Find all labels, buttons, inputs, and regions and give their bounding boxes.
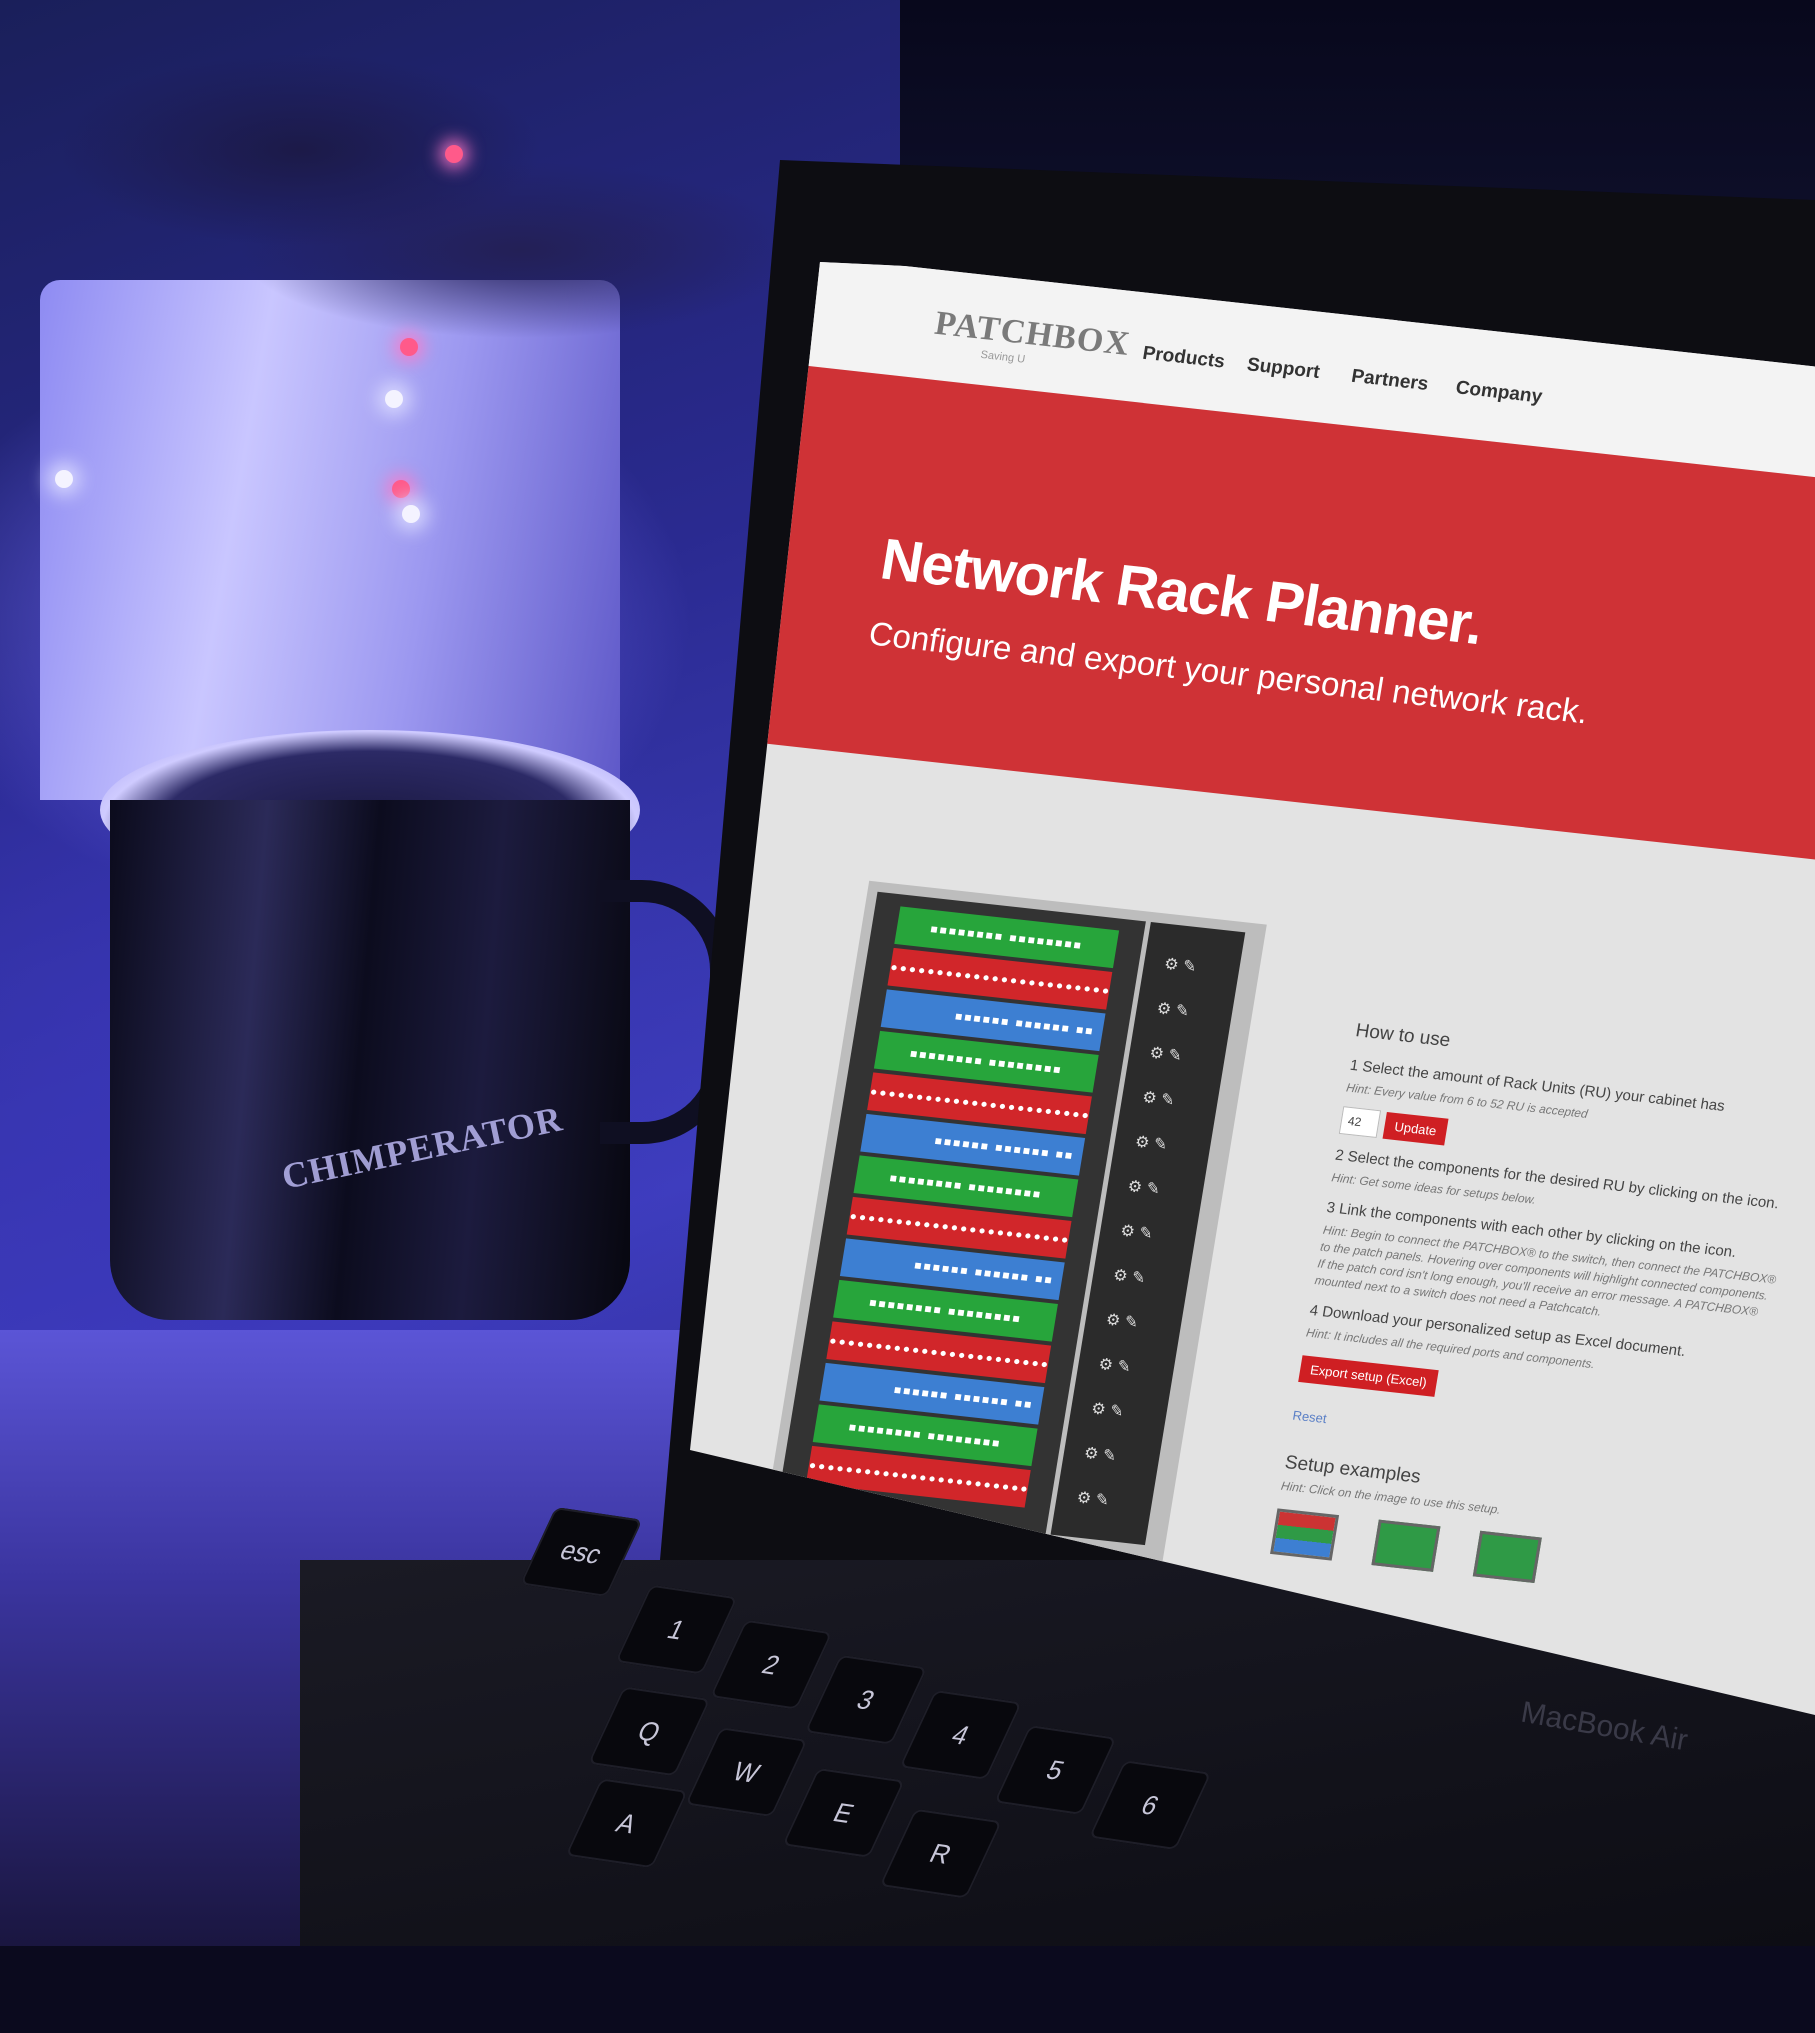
setup-example-thumbnail[interactable]	[1371, 1519, 1441, 1572]
rack-ctrl-icons[interactable]: ⚙ ✎	[1134, 1132, 1169, 1155]
setup-example-thumbnail[interactable]	[1472, 1530, 1542, 1584]
page-subtitle: Configure and export your personal netwo…	[866, 614, 1591, 731]
rack-ctrl-icons[interactable]: ⚙ ✎	[1112, 1265, 1147, 1288]
key: Q	[587, 1686, 711, 1777]
ru-input[interactable]: 42	[1338, 1106, 1382, 1139]
plant-leaves	[0, 0, 820, 340]
rack-diagram[interactable]: ■■■■■■■■ ■■■■■■■■ ■■■■■■■■ ●●●●●●●●●●●●●…	[762, 880, 1267, 1577]
led-light	[55, 470, 73, 488]
nav-support[interactable]: Support	[1245, 354, 1321, 384]
key: 4	[899, 1689, 1023, 1780]
key: 2	[709, 1619, 833, 1710]
led-light	[385, 390, 403, 408]
plant-pot	[40, 280, 620, 800]
rack-ctrl-icons[interactable]: ⚙ ✎	[1126, 1176, 1161, 1199]
rack-ctrl-icons[interactable]: ⚙ ✎	[1075, 1487, 1110, 1510]
nav-company[interactable]: Company	[1454, 377, 1543, 408]
rack-ctrl-icons[interactable]: ⚙ ✎	[1083, 1443, 1118, 1466]
key: 5	[993, 1724, 1117, 1816]
nav-products[interactable]: Products	[1141, 343, 1226, 374]
key: 3	[804, 1654, 928, 1745]
rack-ctrl-icons[interactable]: ⚙ ✎	[1097, 1354, 1132, 1377]
rack-ctrl-icons[interactable]: ⚙ ✎	[1141, 1087, 1176, 1110]
led-light	[402, 505, 420, 523]
nav-partners[interactable]: Partners	[1350, 366, 1430, 396]
key: E	[782, 1767, 905, 1858]
rack-ctrl-icons[interactable]: ⚙ ✎	[1119, 1221, 1154, 1244]
brand-logo[interactable]: PATCHBOX	[932, 305, 1132, 364]
key: R	[879, 1808, 1003, 1899]
key: 1	[614, 1584, 738, 1675]
how-to-use-panel: How to use 1 Select the amount of Rack U…	[1270, 1020, 1815, 1604]
key: W	[684, 1727, 808, 1818]
led-light	[445, 145, 463, 163]
export-excel-button[interactable]: Export setup (Excel)	[1298, 1355, 1439, 1397]
led-light	[400, 338, 418, 356]
led-light	[392, 480, 410, 498]
key: A	[565, 1778, 689, 1869]
rack-ctrl-icons[interactable]: ⚙ ✎	[1163, 954, 1198, 977]
mug	[110, 800, 630, 1320]
setup-example-thumbnail[interactable]	[1270, 1508, 1340, 1561]
key: 6	[1088, 1760, 1212, 1851]
rack-ctrl-icons[interactable]: ⚙ ✎	[1090, 1398, 1125, 1421]
rack-ctrl-icons[interactable]: ⚙ ✎	[1104, 1310, 1140, 1333]
update-button[interactable]: Update	[1382, 1111, 1449, 1145]
rack-ctrl-icons[interactable]: ⚙ ✎	[1148, 1043, 1183, 1066]
rack-ctrl-icons[interactable]: ⚙ ✎	[1155, 998, 1191, 1021]
